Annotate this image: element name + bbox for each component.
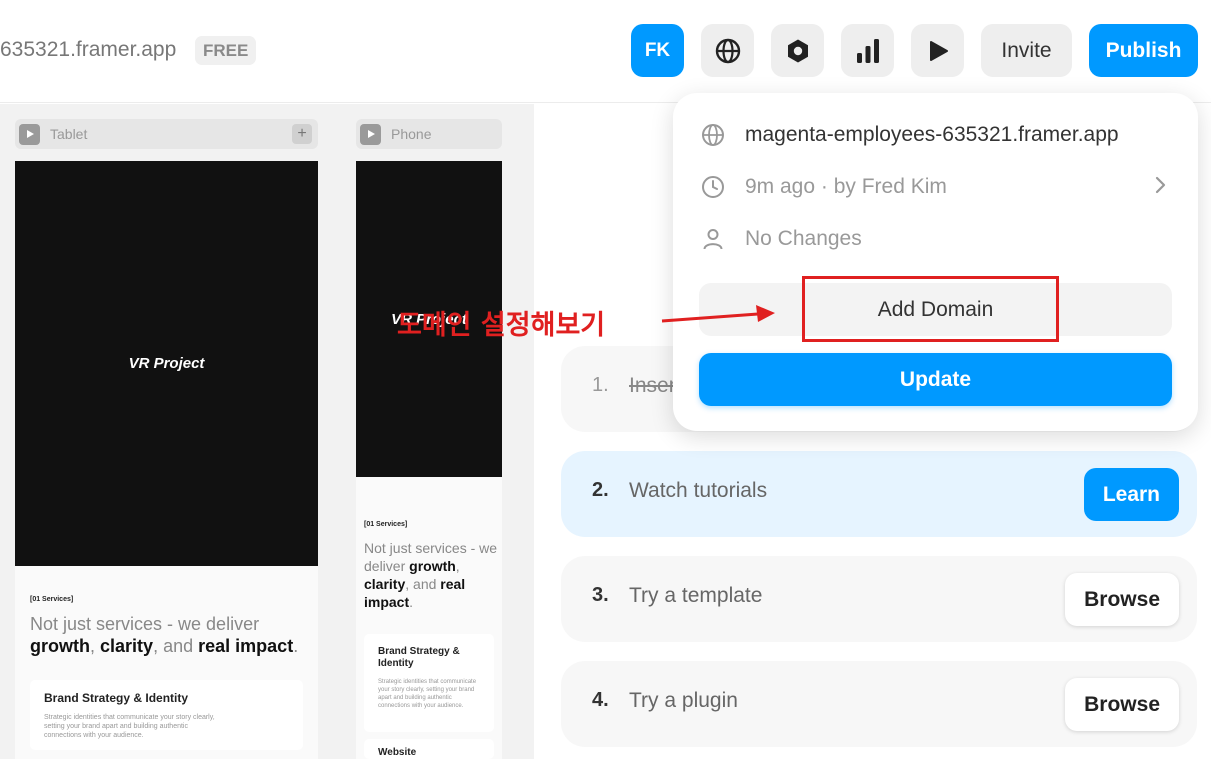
step-text: Watch tutorials <box>629 479 768 502</box>
chevron-right-icon[interactable] <box>1154 176 1168 194</box>
card-title: Brand Strategy & Identity <box>378 646 460 669</box>
globe-icon <box>715 38 740 63</box>
annotation-arrow-icon <box>661 305 775 323</box>
phone-page-body[interactable]: [01 Services] Not just services - we del… <box>356 477 502 759</box>
step-text: Try a template <box>629 584 763 607</box>
step-number: 2. <box>592 479 609 501</box>
top-bar: 635321.framer.app FREE FK Invite Publish <box>0 0 1211 103</box>
service-card[interactable]: Brand Strategy & Identity Strategic iden… <box>364 634 494 732</box>
step-item[interactable]: 2. Watch tutorials Learn <box>561 451 1197 537</box>
changes-row: No Changes <box>701 224 862 254</box>
bar-chart-icon <box>856 38 879 63</box>
browse-templates-button[interactable]: Browse <box>1065 573 1179 626</box>
browse-plugins-button[interactable]: Browse <box>1065 678 1179 731</box>
services-tag: [01 Services] <box>30 596 74 603</box>
user-avatar-button[interactable]: FK <box>631 24 684 77</box>
tablet-page-body[interactable]: [01 Services] Not just services - we del… <box>15 566 318 759</box>
step-text: Try a plugin <box>629 689 738 712</box>
tablet-hero[interactable]: VR Project <box>15 161 318 566</box>
clock-icon <box>702 176 724 198</box>
changes-status: No Changes <box>745 227 862 250</box>
services-headline: Not just services - we deliver growth, c… <box>30 614 299 656</box>
play-icon[interactable] <box>19 123 40 145</box>
step-number: 1. <box>592 374 609 396</box>
annotation-highlight-box <box>802 276 1059 342</box>
analytics-button[interactable] <box>841 24 894 77</box>
published-url-row[interactable]: magenta-employees-635321.framer.app <box>701 120 1119 150</box>
publish-popover: magenta-employees-635321.framer.app 9m a… <box>673 93 1198 431</box>
card-title: Brand Strategy & Identity <box>44 691 189 705</box>
design-canvas[interactable]: Tablet + VR Project [01 Services] Not ju… <box>0 104 534 759</box>
play-icon <box>929 40 948 61</box>
services-headline: Not just services - we deliver growth, c… <box>364 540 498 610</box>
last-published-row[interactable]: 9m ago · by Fred Kim <box>701 172 947 202</box>
preview-button[interactable] <box>911 24 964 77</box>
step-item[interactable]: 3. Try a template Browse <box>561 556 1197 642</box>
frame-label: Phone <box>391 126 432 142</box>
invite-button[interactable]: Invite <box>981 24 1072 77</box>
learn-button[interactable]: Learn <box>1083 468 1179 521</box>
last-published-info: 9m ago · by Fred Kim <box>745 175 947 198</box>
step-number: 4. <box>592 689 609 711</box>
user-icon <box>703 229 723 250</box>
add-breakpoint-button[interactable]: + <box>292 124 312 144</box>
globe-button[interactable] <box>701 24 754 77</box>
annotation-text: 도메인 설정해보기 <box>397 310 606 341</box>
service-card[interactable]: Website <box>364 739 494 759</box>
globe-icon <box>702 124 724 146</box>
publish-button[interactable]: Publish <box>1089 24 1198 77</box>
card-description: Strategic identities that communicate yo… <box>44 714 215 739</box>
hexagon-icon <box>787 39 808 62</box>
play-icon[interactable] <box>360 123 381 145</box>
step-item[interactable]: 4. Try a plugin Browse <box>561 661 1197 747</box>
settings-button[interactable] <box>771 24 824 77</box>
frame-label: Tablet <box>50 126 88 142</box>
tablet-frame-header[interactable]: Tablet + <box>15 119 318 149</box>
service-card[interactable]: Brand Strategy & Identity Strategic iden… <box>30 680 303 750</box>
update-button[interactable]: Update <box>699 353 1172 406</box>
phone-frame-header[interactable]: Phone <box>356 119 502 149</box>
step-number: 3. <box>592 584 609 606</box>
card-description: Strategic identities that communicate yo… <box>378 679 477 709</box>
published-url[interactable]: magenta-employees-635321.framer.app <box>745 123 1119 147</box>
site-name[interactable]: 635321.framer.app <box>0 38 176 62</box>
card-title: Website <box>378 747 417 758</box>
services-tag: [01 Services] <box>364 521 408 528</box>
plan-badge[interactable]: FREE <box>195 36 257 65</box>
